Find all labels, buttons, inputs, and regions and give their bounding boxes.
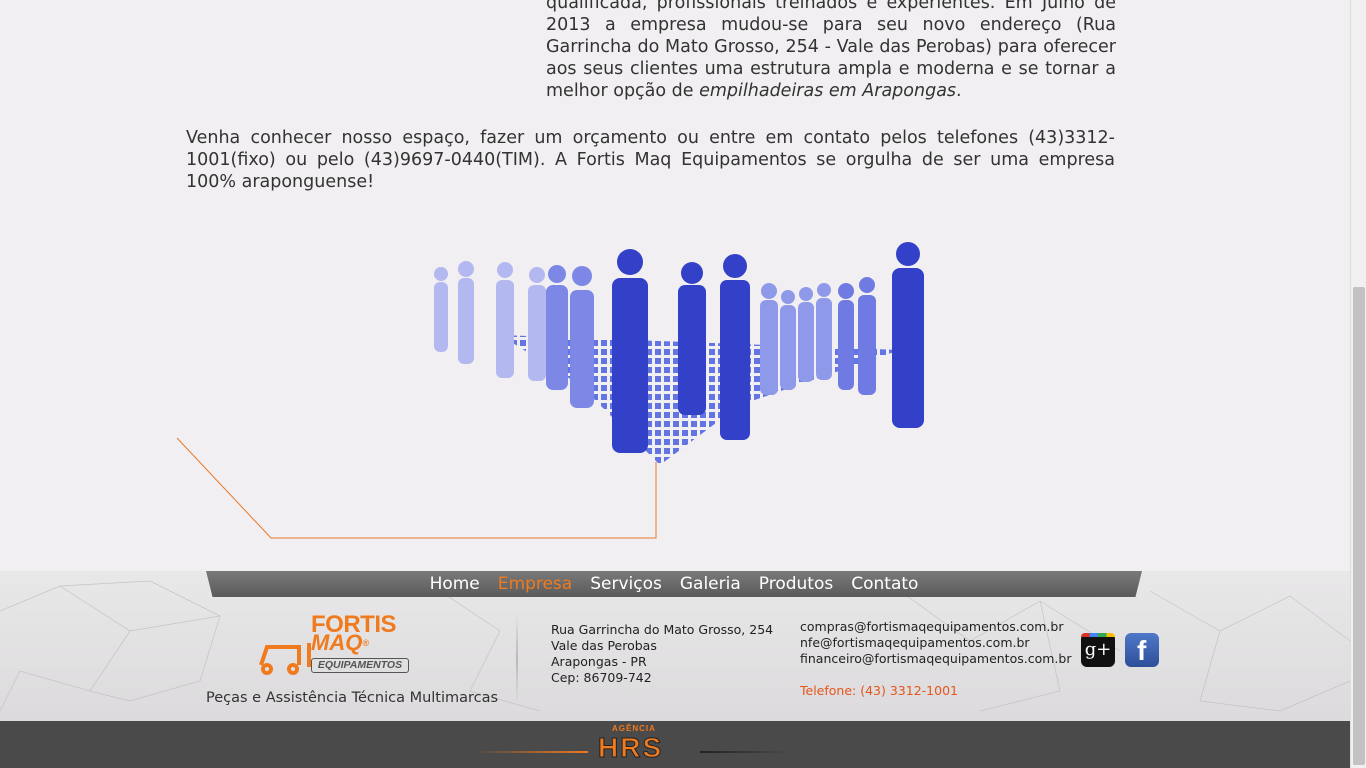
footer-phone: Telefone: (43) 3312-1001 xyxy=(800,683,958,698)
nav-servicos[interactable]: Serviços xyxy=(590,574,662,594)
main-navigation: Home Empresa Serviços Galeria Produtos C… xyxy=(206,571,1142,597)
company-text-paragraph: qualificada, profissionais treinados e e… xyxy=(546,0,1116,102)
paragraph-end: . xyxy=(956,81,962,101)
logo-maq-word: MAQ xyxy=(311,630,363,655)
logo-registered-mark: ® xyxy=(362,638,369,648)
email-link[interactable]: financeiro@fortismaqequipamentos.com.br xyxy=(800,651,1071,667)
google-plus-glyph: g+ xyxy=(1084,639,1112,660)
address-line: Arapongas - PR xyxy=(551,654,647,669)
agency-line-left xyxy=(475,751,588,753)
contact-invite-paragraph: Venha conhecer nosso espaço, fazer um or… xyxy=(186,128,1115,192)
google-color-bar xyxy=(1081,633,1115,637)
facebook-glyph: f xyxy=(1137,635,1147,666)
forklift-icon xyxy=(259,643,311,675)
nav-galeria[interactable]: Galeria xyxy=(680,574,741,594)
site-footer: Home Empresa Serviços Galeria Produtos C… xyxy=(0,571,1350,721)
footer-emails: compras@fortismaqequipamentos.com.br nfe… xyxy=(800,619,1071,667)
logo-equipamentos-text: EQUIPAMENTOS xyxy=(311,658,409,673)
facebook-icon[interactable]: f xyxy=(1125,633,1159,667)
address-line: Vale das Perobas xyxy=(551,638,657,653)
footer-tagline: Peças e Assistência Técnica Multimarcas xyxy=(206,690,499,706)
business-people-illustration xyxy=(434,242,924,465)
address-line: Rua Garrincha do Mato Grosso, 254 xyxy=(551,622,774,637)
emphasis-link-text: empilhadeiras em Arapongas xyxy=(699,81,957,101)
footer-divider xyxy=(516,615,518,703)
scrollbar-thumb[interactable] xyxy=(1353,287,1365,765)
nav-contato[interactable]: Contato xyxy=(851,574,918,594)
nav-produtos[interactable]: Produtos xyxy=(759,574,833,594)
page-scrollbar[interactable] xyxy=(1350,0,1366,768)
nav-home[interactable]: Home xyxy=(430,574,480,594)
footer-address: Rua Garrincha do Mato Grosso, 254 Vale d… xyxy=(551,622,773,686)
agency-line-right xyxy=(700,751,790,753)
address-line: Cep: 86709-742 xyxy=(551,670,652,685)
fortis-maq-logo[interactable]: FORTIS MAQ® EQUIPAMENTOS xyxy=(255,613,410,675)
logo-maq-text: MAQ® xyxy=(311,631,369,655)
email-link[interactable]: compras@fortismaqequipamentos.com.br xyxy=(800,619,1071,635)
email-link[interactable]: nfe@fortismaqequipamentos.com.br xyxy=(800,635,1071,651)
nav-empresa[interactable]: Empresa xyxy=(498,574,572,594)
agency-logo[interactable]: HRS xyxy=(597,732,663,763)
google-plus-icon[interactable]: g+ xyxy=(1081,633,1115,667)
agency-bar: AGÊNCIA HRS xyxy=(0,721,1350,768)
